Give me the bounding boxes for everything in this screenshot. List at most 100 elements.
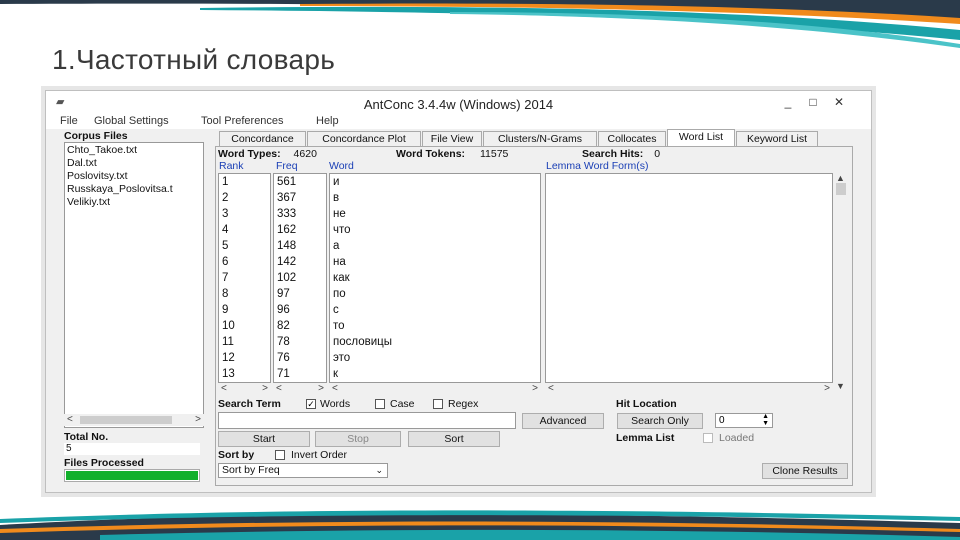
corpus-list-scrollbar[interactable]: < > <box>64 414 204 426</box>
rank-cell[interactable]: 11 <box>222 336 234 348</box>
tab-concordance-plot[interactable]: Concordance Plot <box>307 131 421 146</box>
scroll-right-icon[interactable]: > <box>824 383 830 394</box>
scroll-thumb[interactable] <box>80 416 172 424</box>
freq-column-header[interactable]: Freq <box>276 160 298 172</box>
scroll-left-icon[interactable]: < <box>332 383 338 394</box>
start-button[interactable]: Start <box>218 431 310 447</box>
rank-cell[interactable]: 13 <box>222 368 235 380</box>
words-checkbox[interactable]: ✓ <box>306 399 316 409</box>
search-only-button[interactable]: Search Only <box>617 413 703 429</box>
rank-cell[interactable]: 12 <box>222 352 235 364</box>
word-cell[interactable]: по <box>333 288 346 300</box>
rank-cell[interactable]: 2 <box>222 192 228 204</box>
word-cell[interactable]: на <box>333 256 346 268</box>
tab-word-list[interactable]: Word List <box>667 129 735 146</box>
scroll-down-icon[interactable]: ▼ <box>836 381 845 391</box>
results-vertical-scrollbar[interactable]: ▲ ▼ <box>834 173 848 393</box>
word-cell[interactable]: в <box>333 192 339 204</box>
word-cell[interactable]: пословицы <box>333 336 392 348</box>
corpus-file-item[interactable]: Velikiy.txt <box>67 196 203 208</box>
freq-list[interactable]: 561 367 333 162 148 142 102 97 96 82 78 76 71 <box>273 173 327 383</box>
word-cell[interactable]: к <box>333 368 338 380</box>
freq-cell[interactable]: 102 <box>277 272 296 284</box>
scroll-right-icon[interactable]: > <box>532 383 538 394</box>
rank-scrollbar[interactable]: < > <box>218 383 271 395</box>
rank-cell[interactable]: 7 <box>222 272 228 284</box>
invert-order-checkbox[interactable] <box>275 450 285 460</box>
scroll-right-icon[interactable]: > <box>195 414 201 425</box>
scroll-left-icon[interactable]: < <box>67 414 73 425</box>
tab-collocates[interactable]: Collocates <box>598 131 666 146</box>
scroll-left-icon[interactable]: < <box>221 383 227 394</box>
word-column-header[interactable]: Word <box>329 160 354 172</box>
rank-cell[interactable]: 8 <box>222 288 228 300</box>
word-cell[interactable]: это <box>333 352 350 364</box>
rank-list[interactable]: 1 2 3 4 5 6 7 8 9 10 11 12 13 <box>218 173 271 383</box>
menu-global-settings[interactable]: Global Settings <box>94 115 169 127</box>
word-cell[interactable]: как <box>333 272 350 284</box>
rank-cell[interactable]: 6 <box>222 256 228 268</box>
corpus-file-item[interactable]: Dal.txt <box>67 157 203 169</box>
regex-checkbox[interactable] <box>433 399 443 409</box>
freq-cell[interactable]: 71 <box>277 368 290 380</box>
freq-cell[interactable]: 96 <box>277 304 290 316</box>
menu-file[interactable]: File <box>60 115 78 127</box>
search-term-input[interactable] <box>218 412 516 429</box>
scroll-left-icon[interactable]: < <box>548 383 554 394</box>
word-cell[interactable]: что <box>333 224 351 236</box>
advanced-button[interactable]: Advanced <box>522 413 604 429</box>
word-cell[interactable]: не <box>333 208 346 220</box>
freq-cell[interactable]: 78 <box>277 336 290 348</box>
rank-cell[interactable]: 5 <box>222 240 228 252</box>
close-button[interactable]: ✕ <box>824 94 854 110</box>
corpus-file-item[interactable]: Chto_Takoe.txt <box>67 144 203 156</box>
word-scrollbar[interactable]: < > <box>329 383 541 395</box>
loaded-label: Loaded <box>719 432 755 444</box>
tab-clusters-ngrams[interactable]: Clusters/N-Grams <box>483 131 597 146</box>
freq-cell[interactable]: 76 <box>277 352 290 364</box>
rank-cell[interactable]: 3 <box>222 208 228 220</box>
hit-location-spinner[interactable]: 0 ▲ ▼ <box>715 413 773 428</box>
freq-cell[interactable]: 97 <box>277 288 290 300</box>
lemma-column-header[interactable]: Lemma Word Form(s) <box>546 160 648 172</box>
freq-cell[interactable]: 82 <box>277 320 290 332</box>
freq-cell[interactable]: 333 <box>277 208 296 220</box>
lemma-list[interactable] <box>545 173 833 383</box>
spinner-arrows-icon[interactable]: ▲ ▼ <box>762 413 769 427</box>
stop-button[interactable]: Stop <box>315 431 401 447</box>
freq-cell[interactable]: 142 <box>277 256 296 268</box>
freq-cell[interactable]: 162 <box>277 224 296 236</box>
scroll-thumb[interactable] <box>836 183 846 195</box>
word-cell[interactable]: то <box>333 320 345 332</box>
rank-column-header[interactable]: Rank <box>219 160 244 172</box>
rank-cell[interactable]: 1 <box>222 176 228 188</box>
menu-help[interactable]: Help <box>316 115 339 127</box>
clone-results-button[interactable]: Clone Results <box>762 463 848 479</box>
tab-keyword-list[interactable]: Keyword List <box>736 131 818 146</box>
sort-by-select[interactable]: Sort by Freq ⌄ <box>218 463 388 478</box>
word-list[interactable]: и в не что а на как по с то пословицы это к <box>329 173 541 383</box>
word-cell[interactable]: с <box>333 304 339 316</box>
corpus-file-item[interactable]: Russkaya_Poslovitsa.t <box>67 183 203 195</box>
rank-cell[interactable]: 9 <box>222 304 228 316</box>
lemma-scrollbar[interactable]: < > <box>545 383 833 395</box>
menu-tool-preferences[interactable]: Tool Preferences <box>201 115 284 127</box>
rank-cell[interactable]: 4 <box>222 224 228 236</box>
scroll-left-icon[interactable]: < <box>276 383 282 394</box>
freq-cell[interactable]: 367 <box>277 192 296 204</box>
rank-cell[interactable]: 10 <box>222 320 235 332</box>
word-cell[interactable]: а <box>333 240 339 252</box>
freq-scrollbar[interactable]: < > <box>273 383 327 395</box>
tab-file-view[interactable]: File View <box>422 131 482 146</box>
word-cell[interactable]: и <box>333 176 339 188</box>
scroll-up-icon[interactable]: ▲ <box>836 173 845 183</box>
sort-button[interactable]: Sort <box>408 431 500 447</box>
corpus-file-list[interactable]: Chto_Takoe.txt Dal.txt Poslovitsy.txt Ru… <box>64 142 204 428</box>
freq-cell[interactable]: 148 <box>277 240 296 252</box>
tab-concordance[interactable]: Concordance <box>219 131 306 146</box>
case-checkbox[interactable] <box>375 399 385 409</box>
corpus-file-item[interactable]: Poslovitsy.txt <box>67 170 203 182</box>
freq-cell[interactable]: 561 <box>277 176 296 188</box>
scroll-right-icon[interactable]: > <box>318 383 324 394</box>
scroll-right-icon[interactable]: > <box>262 383 268 394</box>
